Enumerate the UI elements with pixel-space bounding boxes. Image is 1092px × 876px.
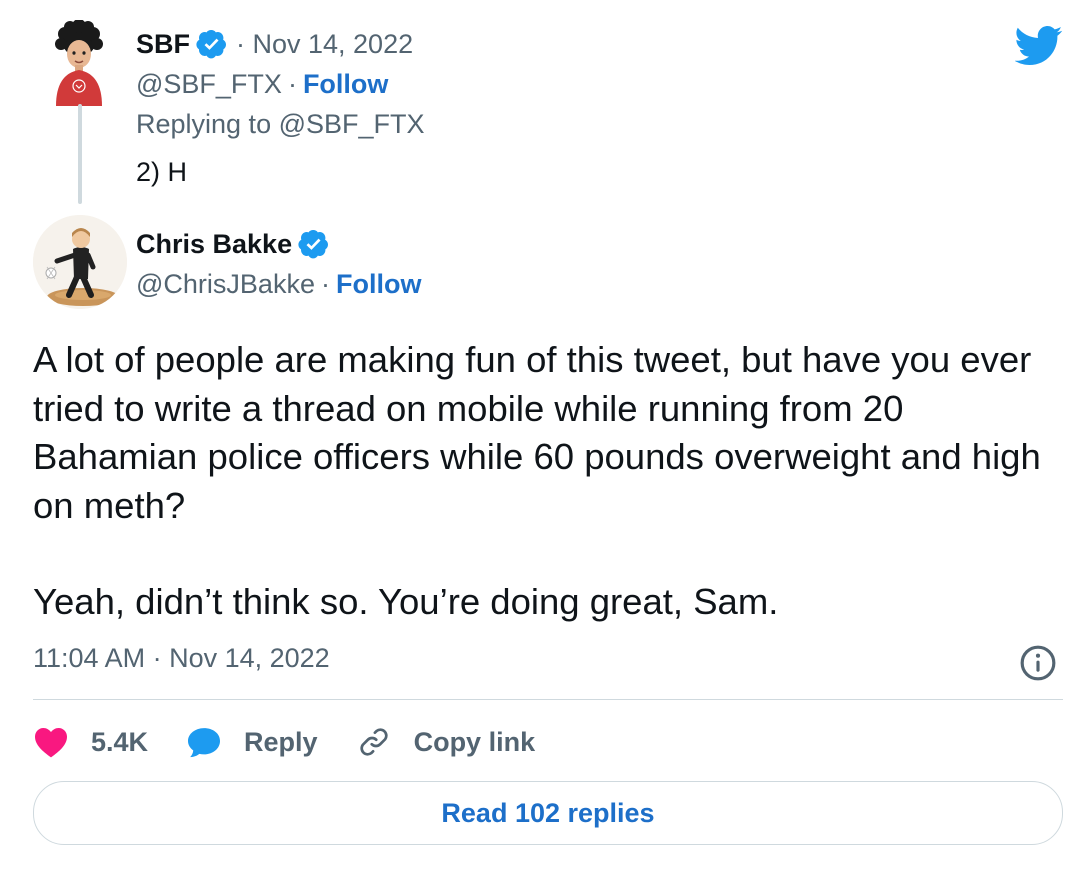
read-replies-button[interactable]: Read 102 replies: [33, 781, 1063, 845]
verified-badge-icon: [298, 230, 329, 259]
main-tweet-header: Chris Bakke: [136, 224, 330, 264]
tweet-timestamp[interactable]: 11:04 AM · Nov 14, 2022: [33, 638, 330, 678]
parent-tweet-text: 2) H: [136, 152, 187, 192]
parent-handle-row: @SBF_FTX · Follow: [136, 64, 388, 104]
link-icon: [359, 728, 388, 756]
read-replies-label: Read 102 replies: [441, 797, 655, 828]
parent-handle[interactable]: @SBF_FTX: [136, 69, 282, 100]
heart-icon: [35, 728, 67, 758]
separator-dot: ·: [287, 68, 297, 99]
chris-bakke-avatar[interactable]: [33, 215, 127, 309]
replying-to-text[interactable]: Replying to @SBF_FTX: [136, 109, 425, 140]
embedded-tweet-card: SBF · Nov 14, 2022 @SBF_FTX · Follow Rep…: [0, 0, 1092, 876]
like-count: 5.4K: [91, 726, 149, 757]
copy-link-button[interactable]: Copy link: [356, 724, 536, 760]
reply-button[interactable]: Reply: [186, 726, 318, 758]
divider: [33, 699, 1063, 700]
parent-tweet-date[interactable]: · Nov 14, 2022: [236, 29, 413, 60]
parent-tweet-body: 2) H: [136, 156, 188, 187]
parent-author-name[interactable]: SBF: [136, 29, 190, 60]
main-tweet-body: A lot of people are making fun of this t…: [33, 336, 1073, 627]
action-bar: 5.4K Reply Copy link: [33, 722, 573, 762]
verified-badge-icon: [196, 30, 226, 59]
tweet-paragraph: A lot of people are making fun of this t…: [33, 339, 1041, 526]
copy-link-label: Copy link: [413, 726, 536, 757]
like-button[interactable]: 5.4K: [33, 726, 148, 758]
follow-button-sbf[interactable]: Follow: [303, 69, 388, 100]
parent-tweet-header: SBF · Nov 14, 2022: [136, 24, 413, 64]
info-icon[interactable]: [1019, 644, 1057, 682]
main-handle[interactable]: @ChrisJBakke: [136, 269, 315, 300]
speech-bubble-icon: [188, 728, 221, 758]
thread-connector-line: [78, 104, 82, 204]
main-author-name[interactable]: Chris Bakke: [136, 229, 292, 260]
main-handle-row: @ChrisJBakke · Follow: [136, 264, 421, 304]
timestamp-text[interactable]: 11:04 AM · Nov 14, 2022: [33, 643, 330, 674]
sbf-avatar[interactable]: [46, 20, 112, 106]
tweet-paragraph: Yeah, didn’t think so. You’re doing grea…: [33, 581, 779, 622]
twitter-bird-icon[interactable]: [1015, 26, 1063, 66]
follow-button-chris[interactable]: Follow: [336, 269, 421, 300]
replying-to-row: Replying to @SBF_FTX: [136, 104, 425, 144]
separator-dot: ·: [320, 268, 330, 299]
reply-label: Reply: [244, 726, 318, 757]
